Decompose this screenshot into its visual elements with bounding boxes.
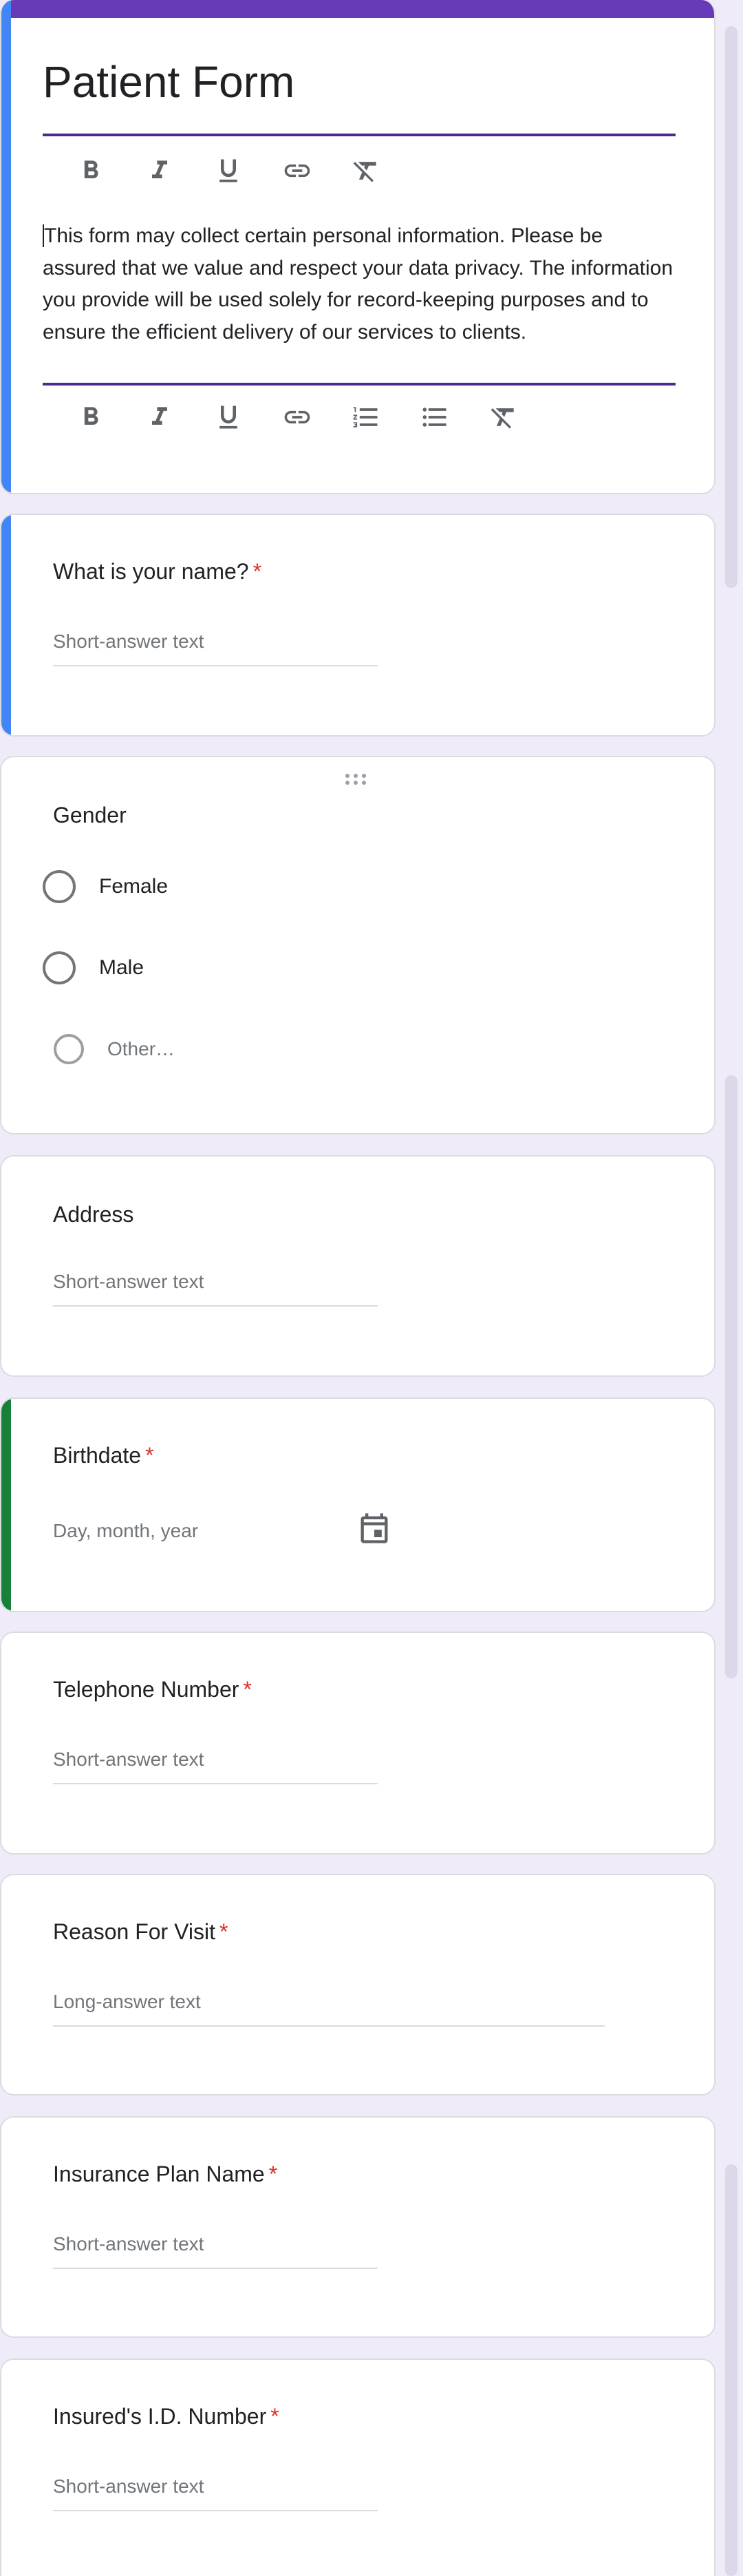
required-asterisk: * <box>145 1443 154 1468</box>
bold-icon[interactable] <box>56 150 125 191</box>
question-title[interactable]: Reason For Visit * <box>53 1919 228 1945</box>
underline-icon[interactable] <box>194 397 263 438</box>
short-answer-placeholder: Short-answer text <box>53 2233 204 2255</box>
radio-option-male[interactable]: Male <box>43 951 144 984</box>
active-card-indicator <box>1 0 11 493</box>
answer-underline <box>53 2268 378 2269</box>
option-label: Other… <box>107 1038 175 1059</box>
question-card-insurance-plan[interactable]: Insurance Plan Name * Short-answer text <box>0 2116 715 2338</box>
question-title-text: What is your name? <box>53 559 249 584</box>
date-placeholder: Day, month, year <box>53 1520 199 1541</box>
underline-icon[interactable] <box>194 150 263 191</box>
drag-handle-icon[interactable] <box>345 774 373 789</box>
bold-icon[interactable] <box>56 397 125 438</box>
radio-option-female[interactable]: Female <box>43 870 168 903</box>
scrollbar-thumb[interactable] <box>725 1075 737 1678</box>
question-card-reason[interactable]: Reason For Visit * Long-answer text <box>0 1874 715 2095</box>
numbered-list-icon[interactable] <box>332 397 400 438</box>
option-label: Female <box>99 875 169 898</box>
italic-icon[interactable] <box>125 397 194 438</box>
active-card-indicator <box>1 515 11 735</box>
question-title[interactable]: Insurance Plan Name * <box>53 2162 277 2187</box>
form-description-text: This form may collect certain personal i… <box>43 224 674 344</box>
answer-underline <box>53 1305 378 1307</box>
clear-format-icon[interactable] <box>469 397 538 438</box>
question-title[interactable]: Gender <box>53 803 127 828</box>
question-card-birthdate[interactable]: Birthdate * Day, month, year <box>0 1397 715 1612</box>
option-label: Male <box>99 956 144 979</box>
calendar-icon[interactable] <box>356 1509 392 1548</box>
required-asterisk: * <box>252 559 262 584</box>
radio-button[interactable] <box>43 870 76 903</box>
answer-underline <box>53 2025 605 2027</box>
clear-format-icon[interactable] <box>332 150 400 191</box>
question-title-text: Reason For Visit <box>53 1919 215 1944</box>
answer-underline <box>53 2510 378 2511</box>
question-card-telephone[interactable]: Telephone Number * Short-answer text <box>0 1632 715 1855</box>
answer-underline <box>53 665 378 666</box>
form-title-input[interactable]: Patient Form <box>43 56 294 107</box>
question-title[interactable]: Address <box>53 1202 133 1227</box>
required-asterisk: * <box>219 1919 228 1944</box>
bulleted-list-icon[interactable] <box>400 397 469 438</box>
scrollbar-thumb[interactable] <box>725 26 737 588</box>
title-format-toolbar <box>56 150 400 191</box>
required-asterisk: * <box>268 2162 278 2186</box>
card-indicator <box>1 1399 11 1611</box>
question-card-address[interactable]: Address Short-answer text <box>0 1155 715 1377</box>
question-title[interactable]: Insured's I.D. Number * <box>53 2404 279 2429</box>
question-title-text: Telephone Number <box>53 1677 239 1702</box>
question-title[interactable]: What is your name? * <box>53 559 261 584</box>
required-asterisk: * <box>243 1677 252 1702</box>
link-icon[interactable] <box>263 397 332 438</box>
short-answer-placeholder: Short-answer text <box>53 631 204 652</box>
question-title-text: Insured's I.D. Number <box>53 2404 267 2429</box>
short-answer-placeholder: Short-answer text <box>53 2475 204 2497</box>
long-answer-placeholder: Long-answer text <box>53 1991 201 2012</box>
scrollbar-thumb[interactable] <box>725 2164 737 2576</box>
short-answer-placeholder: Short-answer text <box>53 1271 204 1292</box>
form-description-input[interactable]: This form may collect certain personal i… <box>43 220 676 348</box>
question-title[interactable]: Telephone Number * <box>53 1677 252 1702</box>
question-card-name[interactable]: What is your name? * Short-answer text <box>0 514 715 737</box>
radio-option-other[interactable]: Other… <box>54 1034 175 1064</box>
description-underline <box>43 383 676 386</box>
question-title-text: Insurance Plan Name <box>53 2162 265 2186</box>
title-underline <box>43 134 676 136</box>
question-title-text: Birthdate <box>53 1443 142 1468</box>
short-answer-placeholder: Short-answer text <box>53 1749 204 1770</box>
answer-underline <box>53 1783 378 1784</box>
link-icon[interactable] <box>263 150 332 191</box>
form-editor-page: { "form": { "title": "Patient Form", "de… <box>0 0 743 2576</box>
description-format-toolbar <box>56 397 538 438</box>
radio-button[interactable] <box>54 1034 84 1064</box>
question-card-gender[interactable]: Gender Female Male Other… <box>0 756 715 1134</box>
radio-button[interactable] <box>43 951 76 984</box>
italic-icon[interactable] <box>125 150 194 191</box>
form-header-card[interactable]: Patient Form This form may collect certa… <box>0 0 715 494</box>
question-title[interactable]: Birthdate * <box>53 1443 154 1468</box>
question-card-insured-id[interactable]: Insured's I.D. Number * Short-answer text <box>0 2358 715 2576</box>
header-accent-bar <box>1 0 714 18</box>
required-asterisk: * <box>270 2404 279 2429</box>
